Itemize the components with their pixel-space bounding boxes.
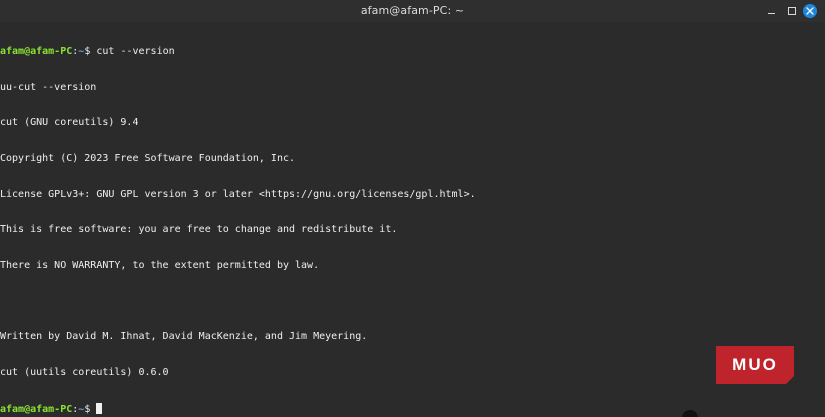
close-button[interactable]	[803, 4, 817, 18]
terminal-line: uu-cut --version	[0, 81, 97, 93]
terminal-line: afam@afam-PC:~$	[0, 402, 825, 415]
prompt-command: cut --version	[90, 45, 175, 57]
terminal-output[interactable]: afam@afam-PC:~$ cut --version uu-cut --v…	[0, 22, 825, 417]
muo-watermark-logo: MUO	[716, 346, 794, 384]
terminal-line: Written by David M. Ihnat, David MacKenz…	[0, 331, 368, 343]
prompt-user-host: afam@afam-PC	[0, 403, 73, 415]
terminal-line: cut (GNU coreutils) 9.4	[0, 117, 139, 129]
window-title: afam@afam-PC: ~	[360, 4, 465, 17]
terminal-line: There is NO WARRANTY, to the extent perm…	[0, 260, 320, 272]
maximize-icon	[788, 7, 796, 15]
text-cursor	[96, 402, 103, 414]
terminal-line: License GPLv3+: GNU GPL version 3 or lat…	[0, 188, 476, 200]
minimize-icon	[768, 13, 775, 14]
terminal-line: Copyright (C) 2023 Free Software Foundat…	[0, 152, 296, 164]
terminal-line: This is free software: you are free to c…	[0, 224, 398, 236]
terminal-line: cut (uutils coreutils) 0.6.0	[0, 367, 169, 379]
close-icon	[806, 7, 814, 15]
watermark-text: MUO	[732, 355, 778, 374]
minimize-button[interactable]	[763, 2, 781, 20]
terminal-line: afam@afam-PC:~$ cut --version	[0, 46, 825, 58]
terminal-window: afam@afam-PC: ~ afam@afam-PC:~$ cut --ve…	[0, 0, 825, 417]
prompt-user-host: afam@afam-PC	[0, 45, 73, 57]
title-bar[interactable]: afam@afam-PC: ~	[0, 0, 825, 22]
maximize-button[interactable]	[783, 2, 801, 20]
